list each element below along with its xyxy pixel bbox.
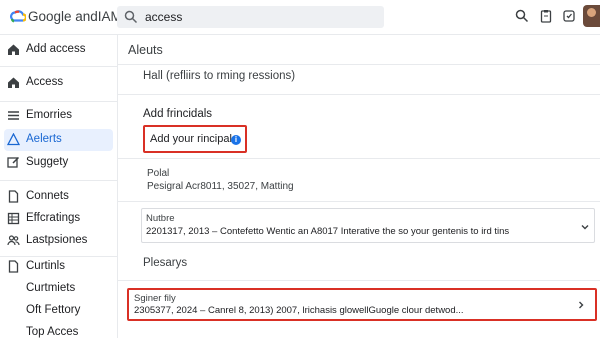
edit-icon [7, 156, 20, 168]
search-bar[interactable]: access [117, 6, 384, 28]
sidebar-item-label: Aelerts [26, 133, 62, 145]
sidebar: Add access Access Emorries Aelerts Sugge… [0, 35, 117, 338]
section-divider [117, 158, 600, 159]
home-icon [8, 44, 19, 55]
google-cloud-logo-icon[interactable] [8, 8, 26, 26]
polal-detail: Pesigral Acr8011, 35027, Matting [147, 181, 294, 192]
sidebar-item-top-acces[interactable]: Top Acces [4, 322, 113, 338]
hall-description: Hall (refliirs to rming ressions) [143, 70, 296, 82]
section-divider [117, 94, 600, 95]
sidebar-item-suggety[interactable]: Suggety [4, 152, 113, 174]
clipboard-icon[interactable] [539, 9, 553, 23]
sidebar-item-label: Top Acces [26, 326, 79, 338]
home-icon [8, 77, 19, 88]
people-icon [7, 235, 20, 246]
sidebar-item-label: Oft Fettory [26, 304, 81, 316]
sidebar-item-label: Connets [26, 190, 69, 202]
document-icon [8, 260, 19, 273]
info-icon[interactable]: i [231, 135, 241, 145]
title-divider [117, 64, 600, 65]
nutbre-detail: 2201317, 2013 – Contefetto Wentic an A80… [146, 226, 510, 237]
main-content: Aleuts Hall (refliirs to rming ressions)… [117, 35, 600, 338]
sidebar-item-label: Access [26, 76, 64, 88]
nutbre-title: Nutbre [146, 213, 175, 224]
sidebar-border [117, 35, 118, 338]
signer-detail: 2305377, 2024 – Canrel 8, 2013) 2007, lr… [134, 305, 464, 316]
sidebar-item-connets[interactable]: Connets [4, 186, 113, 208]
sidebar-item-label: Suggety [26, 156, 69, 168]
section-divider [117, 280, 600, 281]
search-icon[interactable] [515, 9, 529, 23]
section-title: Add frincidals [143, 108, 213, 120]
sidebar-item-effcratings[interactable]: Effcratings [4, 208, 113, 230]
sidebar-item-label: Curtmiets [26, 282, 76, 294]
product-title[interactable]: Google andIAM [28, 9, 122, 24]
sidebar-item-curtmiets[interactable]: Curtmiets [4, 278, 113, 300]
sidebar-item-label: Curtinls [26, 260, 65, 272]
list-icon [8, 111, 19, 120]
add-principal-label: Add your rincipal [150, 133, 232, 145]
sidebar-item-label: Effcratings [26, 212, 81, 224]
search-input[interactable]: access [145, 10, 182, 24]
sidebar-item-access[interactable]: Access [4, 72, 113, 94]
sidebar-divider [0, 66, 117, 67]
section-divider [117, 201, 600, 202]
sidebar-item-lastpsiones[interactable]: Lastpsiones [4, 230, 113, 252]
polal-title: Polal [147, 168, 170, 179]
page-title: Aleuts [128, 43, 163, 57]
sidebar-item-emorries[interactable]: Emorries [4, 105, 113, 127]
top-bar: Google andIAM access [0, 0, 600, 34]
add-principal-button[interactable]: Add your rincipal i [143, 125, 247, 153]
chevron-right-icon[interactable] [576, 300, 586, 310]
nutbre-card[interactable]: Nutbre 2201317, 2013 – Contefetto Wentic… [141, 208, 595, 243]
signer-title: Sginer fily [134, 293, 176, 304]
avatar[interactable] [583, 5, 600, 27]
sidebar-item-label: Lastpsiones [26, 234, 88, 246]
search-icon [124, 10, 138, 24]
sidebar-item-curtinls[interactable]: Curtinls [4, 256, 113, 278]
alert-icon [7, 133, 20, 146]
sidebar-item-label: Add access [26, 43, 86, 55]
document-icon [8, 190, 19, 203]
signer-card[interactable]: Sginer fily 2305377, 2024 – Canrel 8, 20… [127, 288, 597, 321]
plesarys-title: Plesarys [143, 257, 188, 269]
sidebar-item-label: Emorries [26, 109, 73, 121]
sidebar-divider [0, 101, 117, 102]
sidebar-divider [0, 180, 117, 181]
sidebar-item-oft-fettory[interactable]: Oft Fettory [4, 300, 113, 322]
sidebar-item-aelerts[interactable]: Aelerts [4, 129, 113, 151]
notifications-icon[interactable] [562, 9, 576, 23]
sidebar-item-add-access[interactable]: Add access [4, 39, 113, 61]
chevron-down-icon[interactable] [580, 222, 590, 232]
grid-icon [7, 212, 20, 225]
